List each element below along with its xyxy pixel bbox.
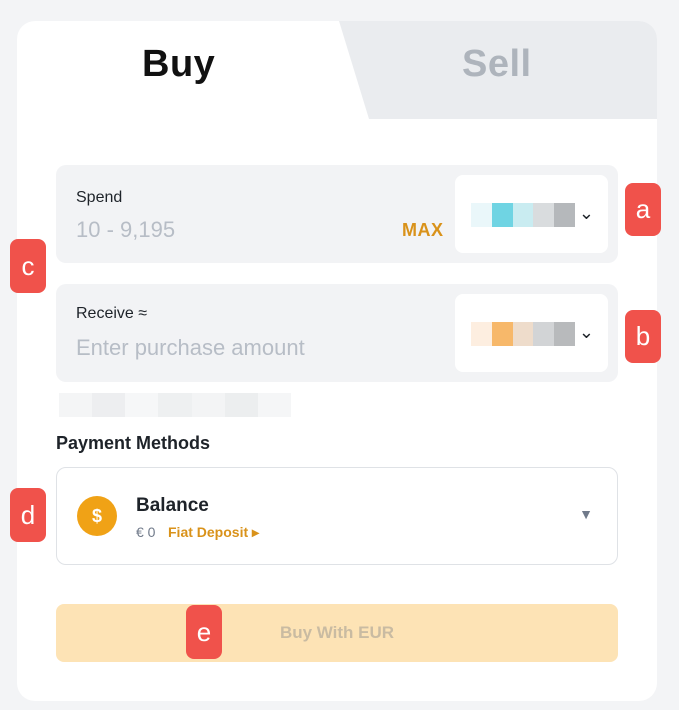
chevron-down-icon: ⌄ (578, 203, 594, 223)
tab-sell-label[interactable]: Sell (462, 43, 532, 86)
spend-currency-selector[interactable]: ⌄ (455, 175, 608, 253)
receive-input[interactable]: Enter purchase amount (76, 335, 305, 361)
receive-label: Receive ≈ (76, 305, 148, 322)
spend-currency-blurred (471, 203, 575, 227)
receive-currency-blurred (471, 322, 575, 346)
caret-down-icon[interactable]: ▼ (579, 506, 593, 522)
spend-field[interactable]: Spend 10 - 9,195 MAX ⌄ (56, 165, 618, 263)
badge-e: e (186, 605, 222, 659)
fiat-deposit-link[interactable]: Fiat Deposit ▸ (168, 524, 259, 541)
blurred-rate-text (59, 393, 291, 417)
trade-card: Buy Sell Spend 10 - 9,195 MAX ⌄ Receive … (17, 21, 657, 701)
buy-button[interactable]: Buy With EUR (56, 604, 618, 662)
tab-bar: Buy Sell (17, 21, 657, 119)
badge-d: d (10, 488, 46, 542)
receive-field[interactable]: Receive ≈ Enter purchase amount ⌄ (56, 284, 618, 382)
receive-currency-selector[interactable]: ⌄ (455, 294, 608, 372)
chevron-down-icon: ⌄ (578, 322, 594, 342)
balance-amount: € 0 (136, 524, 156, 540)
payment-method-name: Balance (136, 495, 209, 516)
badge-b: b (625, 310, 661, 363)
payment-method-selector[interactable]: $ Balance € 0 Fiat Deposit ▸ ▼ (56, 467, 618, 565)
spend-range[interactable]: 10 - 9,195 (76, 217, 175, 243)
spend-label: Spend (76, 189, 123, 206)
payment-methods-title: Payment Methods (56, 433, 211, 453)
tab-buy-label[interactable]: Buy (142, 43, 215, 86)
coin-icon: $ (77, 496, 117, 536)
max-button[interactable]: MAX (402, 220, 444, 241)
badge-a: a (625, 183, 661, 236)
badge-c: c (10, 239, 46, 293)
